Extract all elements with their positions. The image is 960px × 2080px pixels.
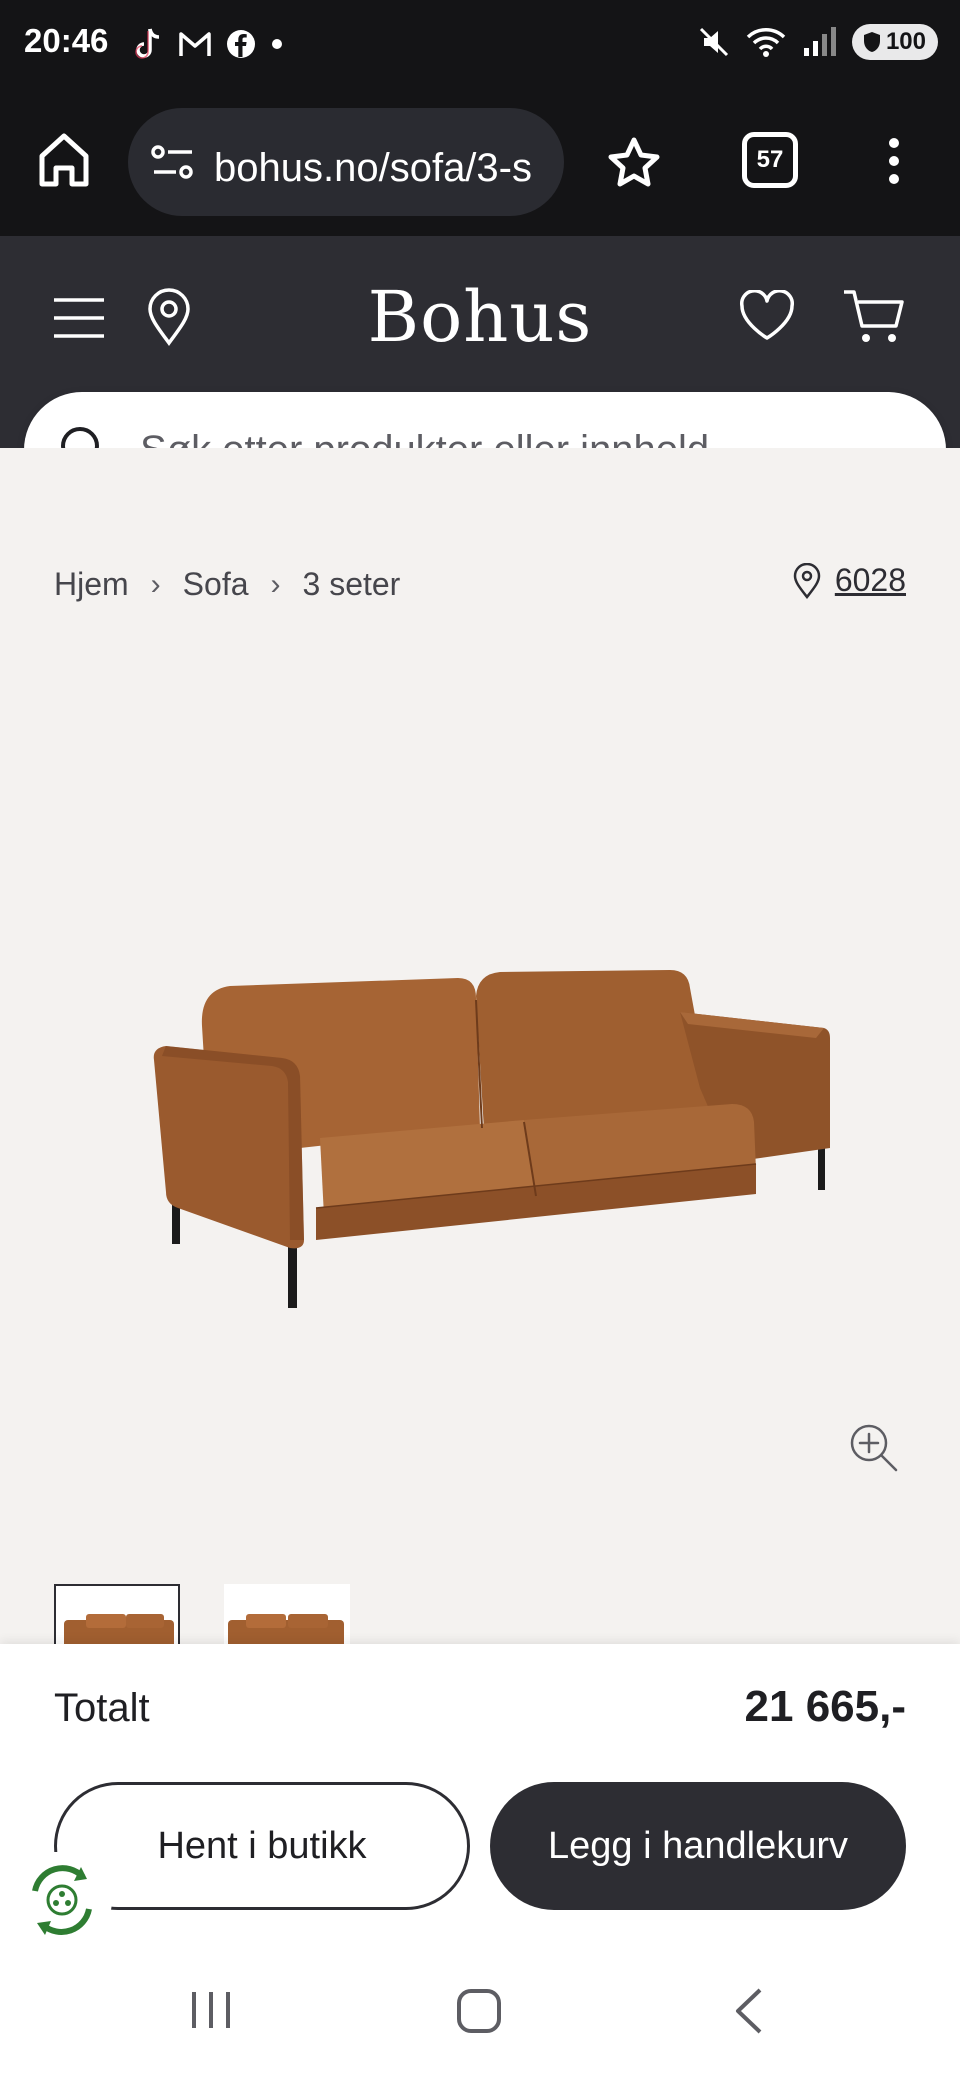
zoom-in-icon — [850, 1424, 898, 1472]
recent-apps-icon[interactable] — [190, 1990, 232, 2030]
product-page: Hjem › Sofa › 3 seter 6028 — [0, 448, 960, 1644]
mute-icon — [699, 27, 729, 57]
location-pin-icon — [793, 562, 821, 599]
notification-icons — [132, 26, 284, 62]
breadcrumb-home[interactable]: Hjem — [54, 566, 129, 603]
tab-switcher-button[interactable]: 57 — [742, 132, 798, 188]
battery-icon: 100 — [851, 24, 938, 60]
chevron-right-icon: › — [270, 567, 281, 601]
breadcrumb-sofa[interactable]: Sofa — [183, 566, 249, 603]
facebook-icon — [227, 30, 255, 58]
site-settings-icon[interactable] — [150, 142, 196, 182]
url-text: bohus.no/sofa/3-s — [214, 146, 532, 190]
system-icons: 100 — [698, 24, 938, 60]
favorites-heart-icon[interactable] — [738, 290, 796, 342]
product-image[interactable] — [140, 908, 840, 1328]
thumbnail-list — [54, 1584, 350, 1644]
eco-badge[interactable] — [12, 1852, 112, 1948]
pickup-in-store-button[interactable]: Hent i butikk — [54, 1782, 470, 1910]
bookmark-star-icon[interactable] — [606, 136, 662, 190]
wifi-icon — [746, 28, 786, 57]
thumbnail-2[interactable] — [224, 1584, 350, 1644]
menu-dots-icon[interactable] — [886, 136, 902, 186]
gmail-icon — [179, 32, 211, 56]
signal-icon — [803, 27, 836, 56]
breadcrumb: Hjem › Sofa › 3 seter — [54, 566, 400, 603]
thumbnail-1[interactable] — [54, 1584, 180, 1644]
back-icon[interactable] — [734, 1988, 764, 2034]
total-price: 21 665,- — [744, 1682, 906, 1731]
bohus-logo[interactable]: Bohus — [0, 276, 960, 358]
address-bar[interactable]: bohus.no/sofa/3-s — [128, 108, 564, 216]
chevron-right-icon: › — [150, 567, 161, 601]
status-bar: 20:46 100 — [0, 0, 960, 96]
browser-toolbar: bohus.no/sofa/3-s 57 — [0, 96, 960, 236]
total-label: Totalt — [54, 1686, 150, 1730]
tiktok-icon — [135, 28, 160, 59]
store-postcode[interactable]: 6028 — [835, 562, 906, 599]
sofa-thumbnail-icon — [228, 1614, 344, 1644]
add-to-cart-button[interactable]: Legg i handlekurv — [490, 1782, 906, 1910]
sofa-thumbnail-icon — [64, 1614, 174, 1644]
dot-icon — [272, 39, 282, 49]
breadcrumb-current: 3 seter — [302, 566, 401, 602]
zoom-in-button[interactable] — [848, 1422, 900, 1478]
recycle-leaf-icon — [32, 1865, 92, 1935]
battery-level: 100 — [885, 28, 926, 55]
system-nav-bar — [0, 1944, 960, 2080]
home-icon[interactable] — [36, 130, 92, 190]
status-time: 20:46 — [24, 22, 109, 59]
home-button-icon[interactable] — [456, 1988, 502, 2034]
store-location-link[interactable]: 6028 — [793, 562, 906, 599]
purchase-panel: Totalt 21 665,- Hent i butikk Legg i han… — [0, 1644, 960, 1948]
cart-icon[interactable] — [842, 286, 906, 346]
tab-count: 57 — [756, 146, 784, 173]
shield-icon — [863, 32, 880, 52]
